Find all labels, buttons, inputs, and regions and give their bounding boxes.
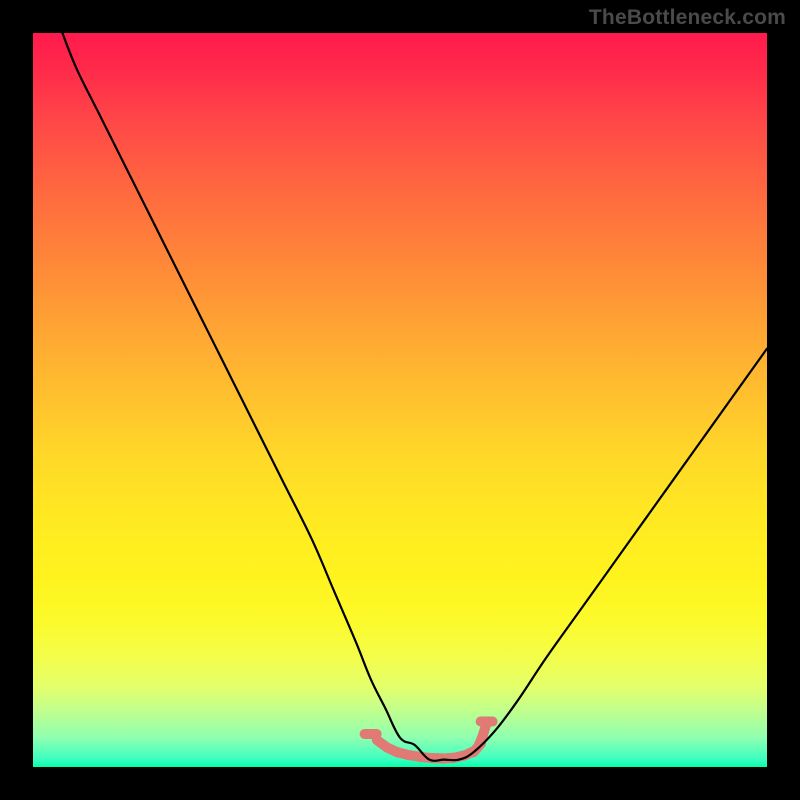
frame: TheBottleneck.com [0, 0, 800, 800]
watermark-text: TheBottleneck.com [589, 6, 786, 30]
bottleneck-curve [62, 33, 767, 761]
plot-area [33, 33, 767, 767]
chart-svg [33, 33, 767, 767]
